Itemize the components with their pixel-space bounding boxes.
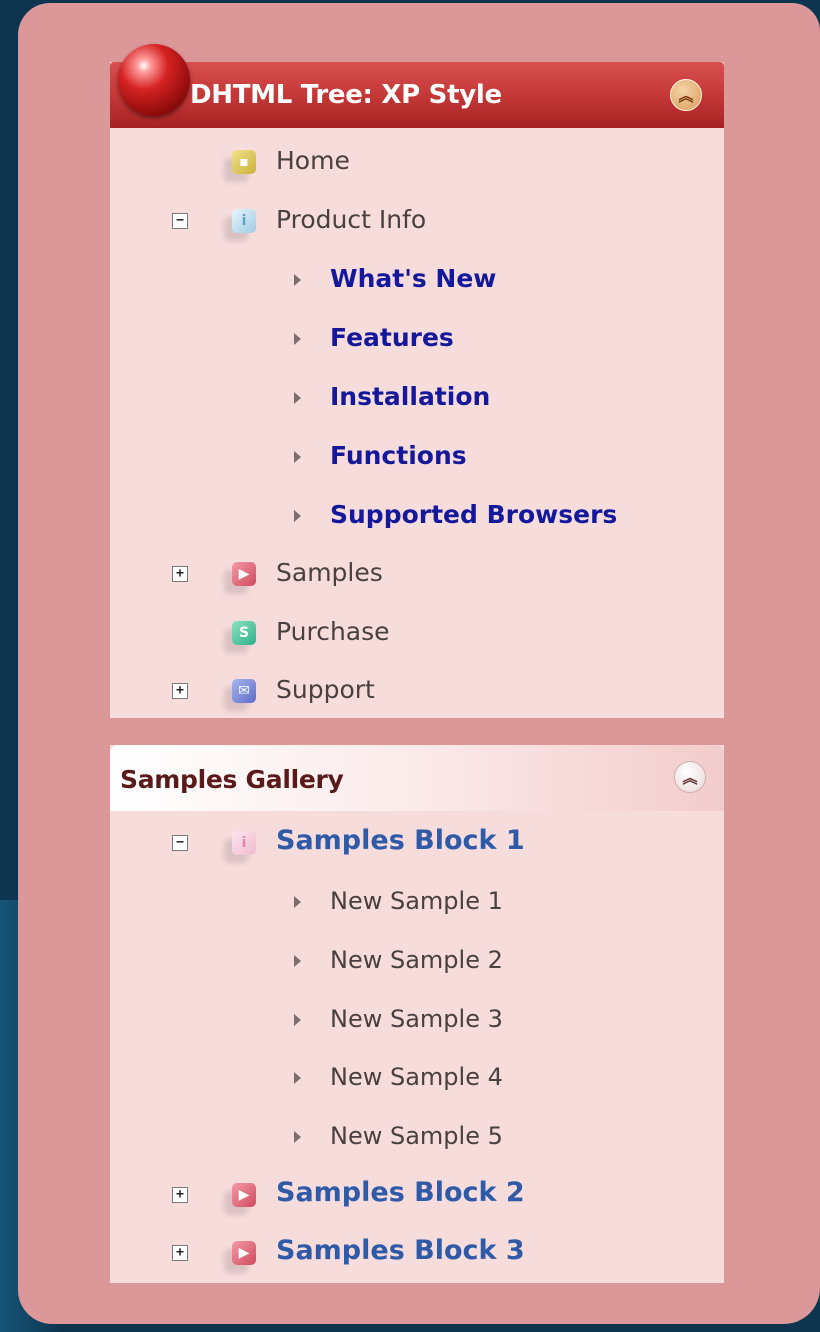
dollar-icon: S (232, 621, 256, 645)
tree-item-samples-block-2[interactable]: + ▶ Samples Block 2 (110, 1175, 724, 1215)
double-chevron-up-icon[interactable]: ︽ (674, 761, 706, 793)
tree-item-purchase[interactable]: S Purchase (110, 613, 724, 653)
arrow-right-icon (294, 955, 301, 967)
arrow-right-icon (294, 896, 301, 908)
tree-item-samples-block-1[interactable]: − i Samples Block 1 (110, 823, 724, 863)
tree-subitem-label: New Sample 5 (330, 1122, 503, 1150)
panel-title: DHTML Tree: XP Style (190, 80, 502, 110)
tree-item-label: Purchase (276, 617, 390, 646)
tree-subitem-label: Features (330, 323, 454, 352)
expand-toggle-icon[interactable]: + (172, 1187, 188, 1203)
tree-subitem-new-sample-4[interactable]: New Sample 4 (110, 1058, 724, 1098)
info-icon: i (232, 831, 256, 855)
play-icon: ▶ (232, 562, 256, 586)
tree-item-label: Samples Block 1 (276, 825, 525, 856)
tree-subitem-whats-new[interactable]: What's New (110, 260, 724, 300)
tree-subitem-new-sample-1[interactable]: New Sample 1 (110, 882, 724, 922)
tree-item-label: Samples (276, 558, 383, 587)
tree-item-samples-block-3[interactable]: + ▶ Samples Block 3 (110, 1233, 724, 1273)
expand-toggle-icon[interactable]: + (172, 566, 188, 582)
arrow-right-icon (294, 274, 301, 286)
tree-subitem-new-sample-2[interactable]: New Sample 2 (110, 941, 724, 981)
mail-icon: ✉ (232, 679, 256, 703)
tree-item-label: Samples Block 2 (276, 1177, 525, 1208)
red-ball-icon (118, 44, 190, 116)
tree-subitem-label: Functions (330, 441, 467, 470)
info-icon: i (232, 209, 256, 233)
arrow-right-icon (294, 392, 301, 404)
tree-subitem-functions[interactable]: Functions (110, 437, 724, 477)
tree-subitem-features[interactable]: Features (110, 319, 724, 359)
tree-subitem-label: New Sample 1 (330, 887, 503, 915)
expand-toggle-icon[interactable]: + (172, 683, 188, 699)
tree-item-samples[interactable]: + ▶ Samples (110, 554, 724, 594)
tree-item-label: Home (276, 146, 350, 175)
arrow-right-icon (294, 451, 301, 463)
tree-item-support[interactable]: + ✉ Support (110, 671, 724, 711)
tree-subitem-supported-browsers[interactable]: Supported Browsers (110, 496, 724, 536)
tree-subitem-new-sample-5[interactable]: New Sample 5 (110, 1117, 724, 1157)
home-icon: ▪ (232, 150, 256, 174)
tree-item-label: Support (276, 675, 375, 704)
tree-item-label: Product Info (276, 205, 427, 234)
tree-item-label: Samples Block 3 (276, 1235, 525, 1266)
panel-header[interactable]: DHTML Tree: XP Style ︽ (110, 44, 724, 128)
panel-title: Samples Gallery (120, 765, 344, 794)
expand-toggle-icon[interactable]: + (172, 1245, 188, 1261)
tree-subitem-installation[interactable]: Installation (110, 378, 724, 418)
tree-subitem-label: New Sample 4 (330, 1063, 503, 1091)
tree-subitem-label: What's New (330, 264, 497, 293)
tree-item-product-info[interactable]: − i Product Info (110, 201, 724, 241)
tree-subitem-label: New Sample 3 (330, 1005, 503, 1033)
tree-subitem-label: Installation (330, 382, 491, 411)
arrow-right-icon (294, 1014, 301, 1026)
tree-subitem-label: Supported Browsers (330, 500, 618, 529)
tree-panel-samples-gallery: Samples Gallery ︽ − i Samples Block 1 Ne… (110, 745, 724, 1283)
panel-header[interactable]: Samples Gallery ︽ (110, 745, 724, 811)
arrow-right-icon (294, 510, 301, 522)
collapse-toggle-icon[interactable]: − (172, 835, 188, 851)
arrow-right-icon (294, 1131, 301, 1143)
tree-subitem-new-sample-3[interactable]: New Sample 3 (110, 1000, 724, 1040)
arrow-right-icon (294, 333, 301, 345)
tree-panel-xp-style: DHTML Tree: XP Style ︽ ▪ Home − i Produc… (110, 44, 724, 718)
play-icon: ▶ (232, 1183, 256, 1207)
double-chevron-up-icon[interactable]: ︽ (670, 79, 702, 111)
collapse-toggle-icon[interactable]: − (172, 213, 188, 229)
tree-item-home[interactable]: ▪ Home (110, 142, 724, 182)
tree-subitem-label: New Sample 2 (330, 946, 503, 974)
arrow-right-icon (294, 1072, 301, 1084)
play-icon: ▶ (232, 1241, 256, 1265)
